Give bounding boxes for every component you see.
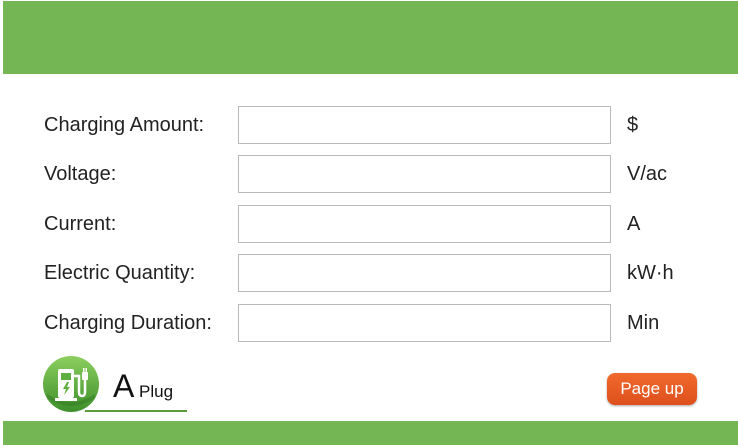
current-field[interactable] <box>238 205 611 243</box>
charging-duration-unit: Min <box>627 312 660 334</box>
bottom-bar <box>3 421 738 445</box>
plug-letter: A <box>113 368 135 404</box>
voltage-unit: V/ac <box>627 163 668 185</box>
row-charging-amount: Charging Amount: $ <box>0 106 738 144</box>
row-charging-duration: Charging Duration: Min <box>0 304 738 342</box>
row-electric-quantity: Electric Quantity: kW·h <box>0 254 738 292</box>
charging-duration-field[interactable] <box>238 304 611 342</box>
voltage-label: Voltage: <box>44 163 117 185</box>
page-up-button[interactable]: Page up <box>607 373 697 405</box>
current-label: Current: <box>44 213 117 235</box>
charging-amount-label: Charging Amount: <box>44 114 205 136</box>
ev-charger-icon <box>43 356 99 412</box>
plug-indicator: A Plug <box>41 354 191 414</box>
charging-screen: Charging Amount: $ Voltage: V/ac Current… <box>0 0 738 445</box>
charging-amount-field[interactable] <box>238 106 611 144</box>
electric-quantity-label: Electric Quantity: <box>44 262 196 284</box>
plug-word: Plug <box>139 382 174 401</box>
row-current: Current: A <box>0 205 738 243</box>
charging-amount-unit: $ <box>627 114 639 136</box>
electric-quantity-unit: kW·h <box>627 262 674 284</box>
voltage-field[interactable] <box>238 155 611 193</box>
electric-quantity-field[interactable] <box>238 254 611 292</box>
current-unit: A <box>627 213 641 235</box>
charging-duration-label: Charging Duration: <box>44 312 212 334</box>
top-bar <box>3 1 738 74</box>
row-voltage: Voltage: V/ac <box>0 155 738 193</box>
